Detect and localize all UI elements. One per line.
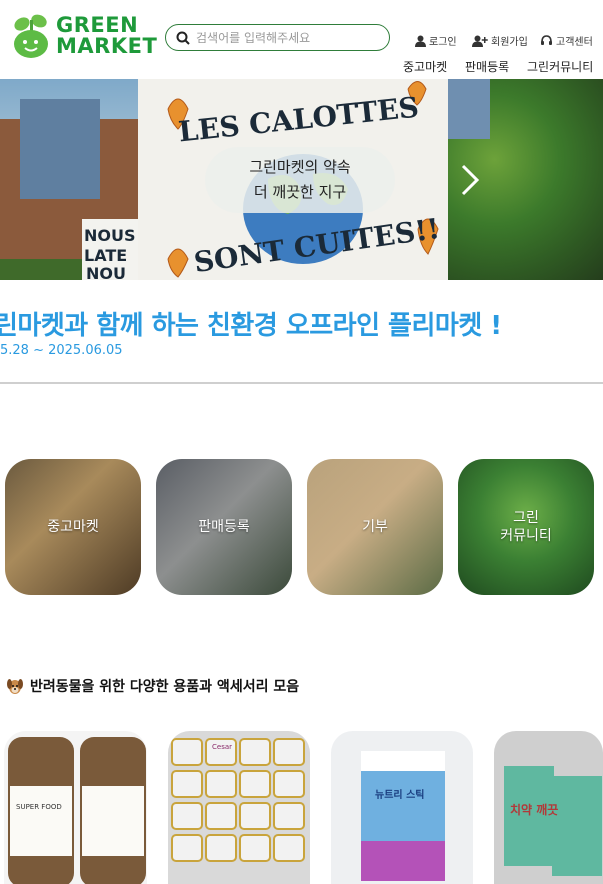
- product-label: 뉴트리 스틱: [375, 790, 425, 801]
- search-icon[interactable]: [176, 31, 190, 45]
- product-card[interactable]: 치약 깨끗: [494, 731, 603, 884]
- product-card[interactable]: SUPER FOOD: [4, 731, 147, 884]
- user-icon: [415, 35, 426, 47]
- category-green-community[interactable]: 그린 커뮤니티: [458, 459, 594, 595]
- category-label: 판매등록: [198, 519, 250, 535]
- support-link[interactable]: 고객센터: [540, 33, 593, 48]
- search-input[interactable]: [196, 30, 376, 45]
- category-sell-register[interactable]: 판매등록: [156, 459, 292, 595]
- banner-line1: 그린마켓의 약속: [249, 158, 351, 176]
- logo[interactable]: GREEN MARKET: [12, 12, 157, 60]
- category-label-line1: 그린: [513, 510, 539, 526]
- section-title: 반려동물을 위한 다양한 용품과 액세서리 모음: [6, 676, 299, 696]
- left-protest-sign: NOUS LATE NOU: [82, 219, 140, 280]
- section-title-text: 반려동물을 위한 다양한 용품과 액세서리 모음: [30, 679, 300, 695]
- divider: [0, 382, 603, 384]
- category-label: 기부: [362, 519, 388, 535]
- svg-text:NOUS: NOUS: [84, 226, 136, 245]
- headset-icon: [541, 34, 552, 45]
- signup-link[interactable]: 회원가입: [472, 33, 528, 48]
- product-card[interactable]: Cesar: [168, 731, 310, 884]
- nav-green-community[interactable]: 그린커뮤니티: [527, 58, 593, 75]
- dog-icon: [7, 679, 23, 694]
- support-label: 고객센터: [556, 37, 593, 48]
- user-plus-icon: [472, 35, 488, 47]
- event-date: 5.28 ~ 2025.06.05: [0, 343, 123, 358]
- product-label: 치약 깨끗: [510, 803, 559, 817]
- logo-text-line2: MARKET: [56, 34, 158, 58]
- category-used-market[interactable]: 중고마켓: [5, 459, 141, 595]
- banner-caption: 그린마켓의 약속 더 깨끗한 지구: [205, 147, 395, 213]
- category-label-line2: 커뮤니티: [500, 528, 552, 544]
- site-header: GREEN MARKET 로그인 회원가입 고객센터: [0, 0, 603, 80]
- product-label: SUPER FOOD: [16, 803, 62, 811]
- svg-text:LATE: LATE: [84, 246, 127, 265]
- search-box[interactable]: [165, 24, 390, 51]
- product-card[interactable]: 뉴트리 스틱: [331, 731, 473, 884]
- nav-used-market[interactable]: 중고마켓: [403, 58, 447, 75]
- banner-line2: 더 깨끗한 지구: [253, 183, 347, 201]
- category-donation[interactable]: 기부: [307, 459, 443, 595]
- chevron-right-icon[interactable]: [458, 163, 482, 197]
- event-title[interactable]: 린마켓과 함께 하는 친환경 오프라인 플리마켓 !: [0, 305, 502, 342]
- login-label: 로그인: [429, 37, 457, 48]
- signup-label: 회원가입: [491, 37, 528, 48]
- logo-text-line1: GREEN: [56, 13, 139, 37]
- product-label: Cesar: [212, 743, 233, 751]
- logo-mascot-icon: [12, 12, 52, 60]
- hero-banner[interactable]: NOUS LATE NOU LES CALOTTES SONT CUITES!!…: [0, 79, 603, 280]
- svg-text:NOU: NOU: [86, 264, 126, 280]
- category-label: 중고마켓: [47, 519, 99, 535]
- login-link[interactable]: 로그인: [415, 33, 457, 48]
- nav-sell-register[interactable]: 판매등록: [465, 58, 509, 75]
